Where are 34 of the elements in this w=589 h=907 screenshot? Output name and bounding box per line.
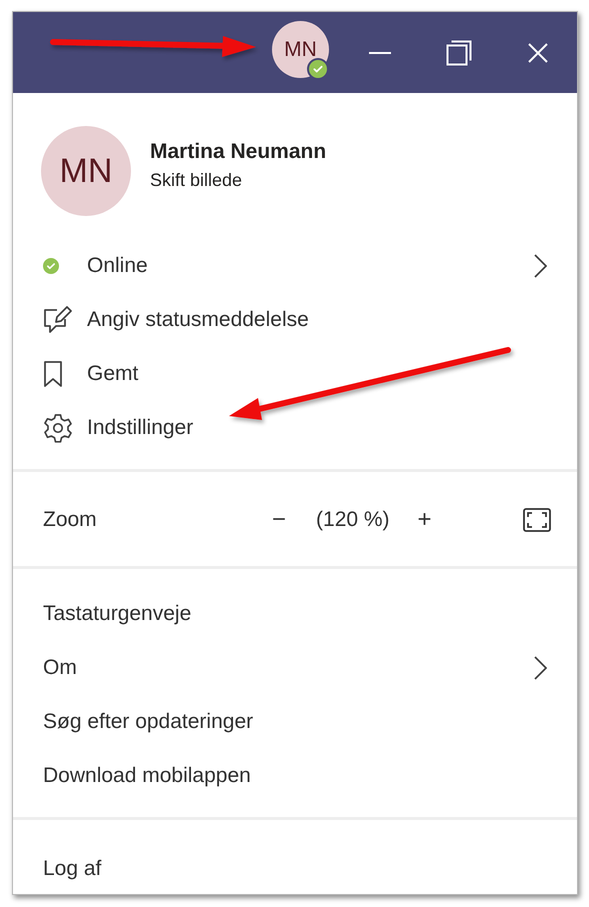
menu-item[interactable]: Download mobilappen — [13, 749, 577, 803]
sign-out-item[interactable]: Log af — [13, 842, 577, 894]
item-label: Indstillinger — [87, 416, 194, 440]
avatar-button[interactable]: MN — [272, 21, 329, 78]
menu-item[interactable]: Tastaturgenveje — [13, 587, 577, 641]
change-photo-link[interactable]: Skift billede — [150, 167, 242, 193]
user-name: Martina Neumann — [150, 139, 326, 165]
minimize-icon — [368, 52, 390, 54]
menu-item[interactable]: Indstillinger — [13, 401, 577, 455]
zoom-in-button[interactable]: + — [414, 506, 436, 534]
zoom-label: Zoom — [43, 508, 98, 532]
status-check-icon — [43, 258, 59, 274]
item-label: Gemt — [87, 362, 138, 386]
edit-icon — [43, 305, 73, 335]
menu-item[interactable]: Angiv statusmeddelelse — [13, 293, 577, 347]
fullscreen-button[interactable] — [523, 508, 551, 532]
item-label: Angiv statusmeddelelse — [87, 308, 309, 332]
item-label: Søg efter opdateringer — [43, 710, 254, 734]
item-label: Online — [87, 254, 148, 278]
menu-item[interactable]: Søg efter opdateringer — [13, 695, 577, 749]
zoom-value: (120 %) — [316, 508, 390, 532]
close-icon — [528, 42, 548, 62]
gear-icon — [43, 413, 73, 443]
item-label: Download mobilappen — [43, 764, 251, 788]
menu-item[interactable]: Online — [13, 239, 577, 293]
bookmark-icon — [43, 360, 63, 388]
item-label: Tastaturgenveje — [43, 602, 192, 626]
menu-item[interactable]: Gemt — [13, 347, 577, 401]
avatar: MN — [41, 126, 131, 216]
menu-item[interactable]: Om — [13, 641, 577, 695]
restore-icon — [446, 40, 472, 66]
fullscreen-icon — [523, 508, 551, 532]
item-label: Om — [43, 656, 77, 680]
zoom-out-button[interactable]: − — [268, 506, 290, 534]
